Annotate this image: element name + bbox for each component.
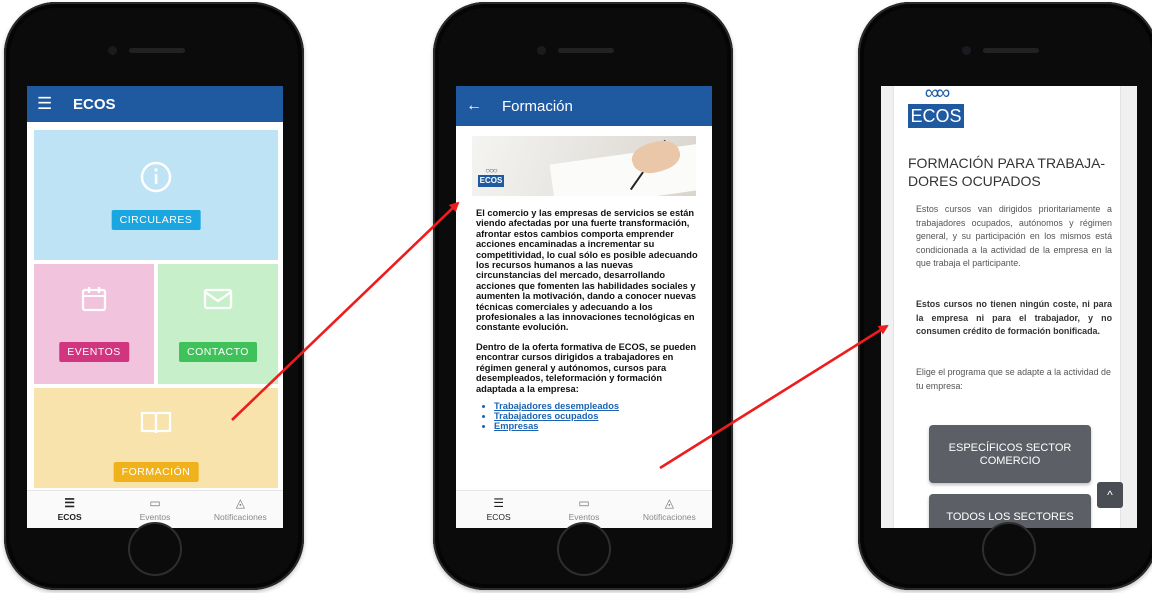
link-ocupados[interactable]: Trabajadores ocupados (494, 411, 698, 421)
ecos-logo-mark: ○○○ (485, 166, 498, 175)
hamburger-menu-icon[interactable]: ☰ (37, 94, 61, 114)
app-bar: ← Formación (456, 86, 712, 126)
front-camera (537, 46, 546, 55)
earpiece-speaker (983, 48, 1039, 53)
ecos-logo-mark: ∞∞ (924, 86, 951, 104)
nav-ecos[interactable]: ☰ ECOS (27, 491, 112, 528)
screen-title: Formación (502, 97, 573, 115)
offer-paragraph: Dentro de la oferta formativa de ECOS, s… (476, 341, 697, 394)
app-title: ECOS (73, 95, 116, 113)
calendar-icon (81, 287, 107, 312)
nav-ecos-label: ECOS (486, 512, 511, 522)
description-paragraph: Estos cursos van dirigidos prioritariame… (916, 204, 1112, 268)
formacion-body: El comercio y las empresas de servicios … (476, 208, 698, 431)
back-arrow-icon[interactable]: ← (466, 97, 490, 115)
page-heading: FORMACIÓN PARA TRABAJA-DORES OCUPADOS (908, 155, 1106, 189)
content-column: ∞∞ ECOS FORMACIÓN PARA TRABAJA-DORES OCU… (893, 86, 1121, 528)
calendar-icon: ▭ (149, 496, 161, 510)
ecos-logo: ∞∞ ECOS (908, 86, 964, 132)
home-button[interactable] (982, 522, 1036, 576)
ocupados-screen: ∞∞ ECOS FORMACIÓN PARA TRABAJA-DORES OCU… (881, 86, 1137, 528)
nav-notificaciones[interactable]: ◬ Notificaciones (627, 491, 712, 528)
nav-notificaciones-label: Notificaciones (213, 512, 267, 522)
tile-eventos[interactable]: EVENTOS (34, 264, 154, 384)
bell-icon: ◬ (664, 496, 674, 510)
tile-contacto[interactable]: CONTACTO (158, 264, 278, 384)
front-camera (108, 46, 117, 55)
home-button[interactable] (128, 522, 182, 576)
tile-formacion[interactable]: FORMACIÓN (34, 388, 278, 488)
contacto-button[interactable]: CONTACTO (179, 342, 257, 362)
nav-ecos[interactable]: ☰ ECOS (456, 491, 541, 528)
tile-circulares[interactable]: CIRCULARES (34, 130, 278, 260)
hero-image: ○○○ ECOS (472, 136, 696, 196)
ecos-logo-text: ECOS (478, 175, 504, 187)
mail-icon (203, 288, 233, 310)
nav-ecos-label: ECOS (57, 512, 82, 522)
earpiece-speaker (558, 48, 614, 53)
chevron-up-icon: ^ (1107, 488, 1113, 502)
stage: ☰ ECOS CIRCULARES EVENTOS CONTACTO FORMA… (0, 0, 1152, 593)
phone-formacion: ← Formación ○○○ ECOS El comercio y las e… (433, 2, 733, 590)
formacion-screen: ← Formación ○○○ ECOS El comercio y las e… (456, 86, 712, 528)
cost-paragraph: Estos cursos no tienen ningún coste, ni … (916, 299, 1112, 336)
list-icon: ☰ (493, 496, 505, 510)
phone-ocupados: ∞∞ ECOS FORMACIÓN PARA TRABAJA-DORES OCU… (858, 2, 1152, 590)
bell-icon: ◬ (235, 496, 245, 510)
ecos-logo-text: ECOS (908, 104, 964, 128)
nav-notificaciones[interactable]: ◬ Notificaciones (198, 491, 283, 528)
nav-notificaciones-label: Notificaciones (642, 512, 696, 522)
front-camera (962, 46, 971, 55)
home-screen: ☰ ECOS CIRCULARES EVENTOS CONTACTO FORMA… (27, 86, 283, 528)
nav-eventos-label: Eventos (568, 512, 600, 522)
phone-home: ☰ ECOS CIRCULARES EVENTOS CONTACTO FORMA… (4, 2, 304, 590)
list-icon: ☰ (64, 496, 76, 510)
scroll-top-button[interactable]: ^ (1097, 482, 1123, 508)
choose-paragraph: Elige el programa que se adapte a la act… (916, 367, 1111, 391)
formacion-button[interactable]: FORMACIÓN (113, 462, 199, 482)
home-button[interactable] (557, 522, 611, 576)
link-desempleados[interactable]: Trabajadores desempleados (494, 401, 698, 411)
link-empresas[interactable]: Empresas (494, 421, 698, 431)
book-icon (140, 411, 172, 434)
earpiece-speaker (129, 48, 185, 53)
calendar-icon: ▭ (578, 496, 590, 510)
course-links: Trabajadores desempleados Trabajadores o… (494, 401, 698, 431)
circulares-button[interactable]: CIRCULARES (111, 210, 201, 230)
info-icon (140, 161, 172, 193)
especificos-button[interactable]: ESPECÍFICOS SECTOR COMERCIO (929, 425, 1091, 483)
eventos-button[interactable]: EVENTOS (59, 342, 129, 362)
app-bar: ☰ ECOS (27, 86, 283, 122)
ecos-logo: ○○○ ECOS (478, 166, 504, 188)
nav-eventos-label: Eventos (139, 512, 171, 522)
home-tiles: CIRCULARES EVENTOS CONTACTO FORMACIÓN (34, 130, 278, 488)
intro-paragraph: El comercio y las empresas de servicios … (476, 208, 698, 333)
